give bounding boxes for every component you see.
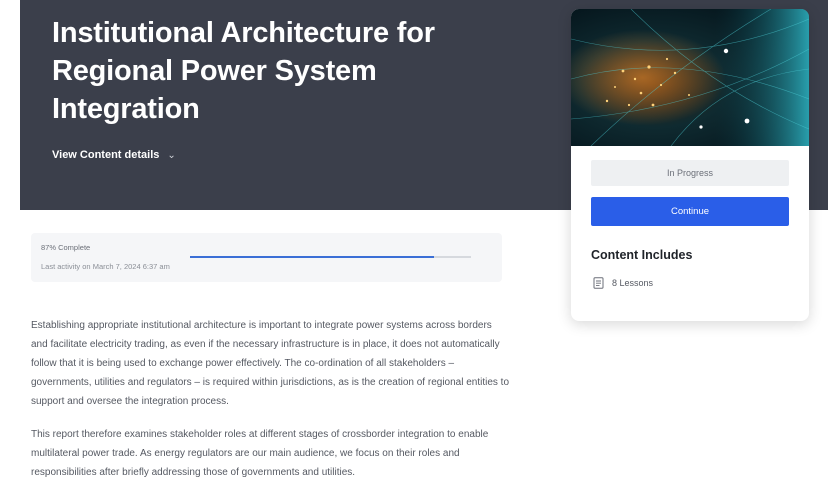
progress-card: 87% Complete Last activity on March 7, 2… [31, 233, 502, 282]
lessons-label: 8 Lessons [612, 278, 654, 288]
status-badge: In Progress [591, 160, 789, 186]
course-thumbnail [571, 9, 809, 146]
course-title: Institutional Architecture for Regional … [52, 17, 435, 125]
continue-button[interactable]: Continue [591, 197, 789, 226]
view-content-details-label: View Content details [52, 149, 160, 161]
progress-bar-fill [190, 256, 435, 258]
content-includes-heading: Content Includes [591, 248, 693, 262]
document-icon [593, 277, 604, 289]
progress-bar [190, 256, 471, 258]
view-content-details-toggle[interactable]: View Content details ⌄ [52, 149, 176, 161]
last-activity: Last activity on March 7, 2024 6:37 am [41, 262, 170, 271]
course-sidebar-card: In Progress Continue Content Includes 8 … [571, 9, 809, 321]
lessons-count: 8 Lessons [593, 277, 653, 289]
chevron-down-icon: ⌄ [167, 149, 176, 161]
progress-percent: 87% Complete [41, 243, 91, 252]
description-paragraph: This report therefore examines stakehold… [31, 429, 489, 478]
description-paragraph: Establishing appropriate institutional a… [31, 320, 510, 407]
